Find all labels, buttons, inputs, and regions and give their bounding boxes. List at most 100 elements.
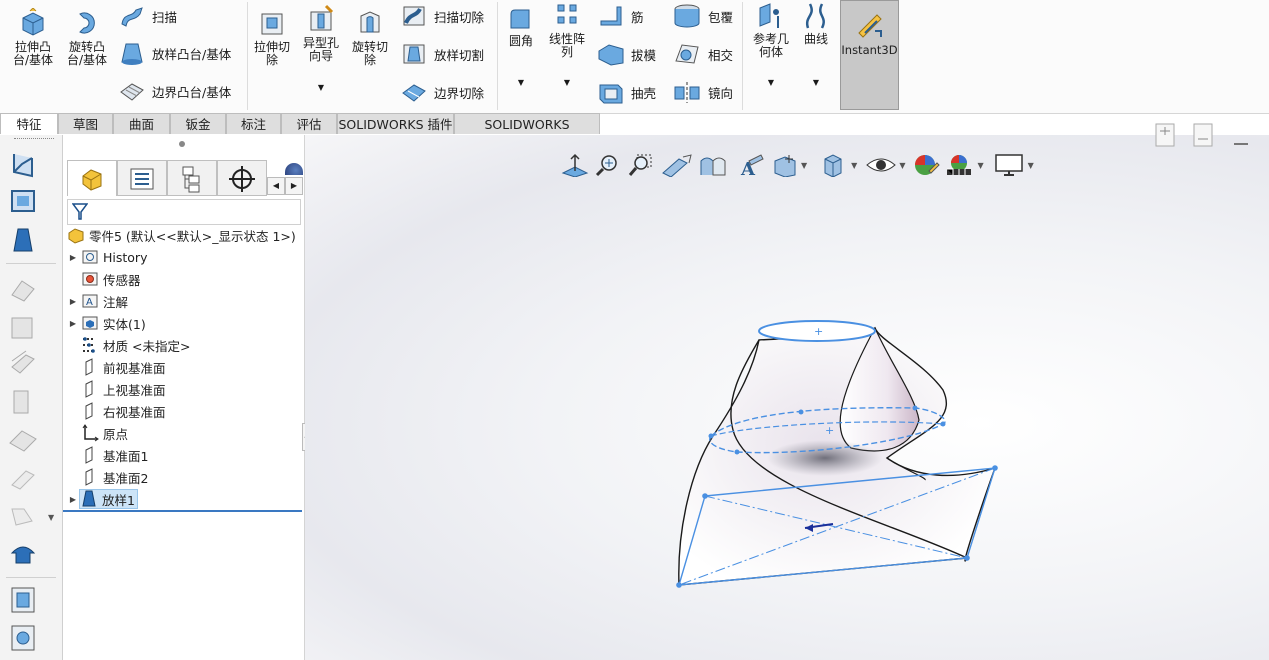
linear-pattern-button[interactable]: 线性阵 列 ▼ [544,2,590,89]
intersect-button[interactable]: 相交 [672,40,733,68]
tree-item-annotations[interactable]: ▶ A 注解 [63,291,128,311]
expand-arrow-icon[interactable]: ▶ [67,253,79,262]
expand-arrow-icon[interactable]: ▶ [67,495,79,504]
revolve-boss-button[interactable]: 旋转凸 台/基体 [62,8,112,67]
tree-item-plane1[interactable]: 基准面1 [63,445,148,465]
restore-panel-icon[interactable] [1155,123,1175,147]
tab-features[interactable]: 特征 [0,113,58,134]
chevron-down-icon[interactable]: ▼ [801,161,807,170]
dynamic-annotation-icon[interactable]: A [733,153,771,177]
extrude-cut-surface-icon[interactable] [6,585,40,615]
tree-item-origin[interactable]: 原点 [63,423,128,443]
tree-item-right-plane[interactable]: 右视基准面 [63,401,166,421]
graphics-area[interactable]: A ▼ ▼ ▼ ▼ ▼ + + [305,123,1269,660]
chevron-down-icon[interactable]: ▼ [977,161,983,170]
draft-button[interactable]: 拔模 [597,40,656,68]
tree-item-top-plane[interactable]: 上视基准面 [63,379,166,399]
minimize-panel-icon[interactable] [1193,123,1213,147]
loft-3d-model[interactable]: + + [665,310,1005,600]
surface-boundary-icon[interactable] [6,187,40,217]
tree-item-front-plane[interactable]: 前视基准面 [63,357,166,377]
tree-item-loft1[interactable]: ▶ 放样1 [63,489,138,509]
ruled-surface-icon[interactable] [6,387,40,417]
rib-button[interactable]: 筋 [597,2,644,30]
apply-scene-icon[interactable] [943,153,977,177]
sweep-cut-button[interactable]: 扫描切除 [400,2,484,30]
view-orientation-icon[interactable] [771,153,801,177]
display-manager-icon[interactable] [285,163,303,175]
normal-to-icon[interactable] [561,153,589,177]
loft-boss-button[interactable]: 放样凸台/基体 [118,40,231,66]
knit-surface-icon[interactable] [6,275,40,305]
revolve-cut-button[interactable]: 旋转切 除 [347,8,393,67]
panel-grip[interactable] [179,141,185,147]
tab-propertymanager[interactable] [117,160,167,196]
tab-solidworks-addins[interactable]: SOLIDWORKS 插件 [337,113,454,134]
tab-configurationmanager[interactable] [167,160,217,196]
edit-appearance-icon[interactable] [909,153,943,177]
wrap-button[interactable]: 包覆 [672,2,733,30]
section-view-icon[interactable] [695,153,733,177]
revolve-cut-surface-icon[interactable] [6,623,40,653]
boundary-boss-button[interactable]: 边界凸台/基体 [118,78,231,104]
extend-surface-icon[interactable] [6,463,40,493]
reference-geometry-button[interactable]: 参考几 何体 ▼ [748,2,794,89]
chevron-down-icon[interactable]: ▼ [544,76,590,89]
surface-extrude-icon[interactable] [6,150,40,180]
expand-arrow-icon[interactable]: ▶ [67,297,79,306]
chevron-down-icon[interactable]: ▼ [798,76,834,89]
view-settings-icon[interactable] [994,153,1024,177]
fillet-button[interactable]: 圆角 ▼ [502,6,540,89]
tree-item-material[interactable]: 材质 <未指定> [63,335,190,355]
planar-surface-icon[interactable] [6,313,40,343]
thicken-icon[interactable] [6,539,40,569]
chevron-down-icon[interactable]: ▼ [748,76,794,89]
zoom-to-area-icon[interactable] [623,153,657,177]
filter-box[interactable] [67,199,301,225]
sweep-button[interactable]: 扫描 [118,4,177,28]
close-panel-icon[interactable] [1234,143,1248,145]
previous-view-icon[interactable] [657,153,695,177]
fill-surface-icon[interactable] [6,425,40,455]
rollback-bar[interactable] [63,510,302,512]
chevron-down-icon[interactable]: ▼ [298,81,344,94]
scroll-right-button[interactable]: ▶ [285,177,303,195]
mirror-button[interactable]: 镜向 [672,78,733,106]
chevron-down-icon[interactable]: ▼ [1028,161,1034,170]
boundary-cut-button[interactable]: 边界切除 [400,78,484,106]
extrude-cut-button[interactable]: 拉伸切 除 [250,8,294,67]
trim-surface-icon[interactable] [6,501,40,531]
tab-markup[interactable]: 标注 [226,113,281,134]
tree-item-sensors[interactable]: 传感器 [63,269,141,289]
tab-evaluate[interactable]: 评估 [281,113,337,134]
offset-surface-icon[interactable] [6,349,40,379]
chevron-down-icon[interactable]: ▼ [899,161,905,170]
curves-button[interactable]: 曲线 ▼ [798,2,834,89]
tree-item-solid-bodies[interactable]: ▶ 实体(1) [63,313,146,333]
zoom-to-fit-icon[interactable] [589,153,623,177]
tab-sketch[interactable]: 草图 [58,113,113,134]
expand-arrow-icon[interactable]: ▶ [67,319,79,328]
extrude-boss-button[interactable]: 拉伸凸 台/基体 [10,8,56,67]
intersect-icon [675,44,699,64]
shell-button[interactable]: 抽壳 [597,78,656,106]
chevron-down-icon[interactable]: ▼ [502,76,540,89]
toolbar-grip[interactable] [14,138,54,143]
hole-wizard-button[interactable]: 异型孔 向导 ▼ [298,4,344,94]
tab-featuremanager[interactable] [67,160,117,196]
loft-cut-button[interactable]: 放样切割 [400,40,484,68]
tab-sheet-metal[interactable]: 钣金 [170,113,226,134]
hide-show-items-icon[interactable] [865,153,899,177]
tab-surfaces[interactable]: 曲面 [113,113,170,134]
tab-solidworks-inspection[interactable]: SOLIDWORKS Inspection [454,113,600,153]
chevron-down-icon[interactable]: ▼ [851,161,857,170]
tab-dimxpertmanager[interactable] [217,160,267,196]
instant3d-toggle[interactable]: Instant3D [840,0,899,110]
tree-root-part[interactable]: 零件5 (默认<<默认>_显示状态 1>) [65,225,296,245]
chevron-down-icon[interactable]: ▼ [48,513,54,522]
scroll-left-button[interactable]: ◀ [267,177,285,195]
display-style-icon[interactable] [817,153,851,177]
tree-item-history[interactable]: ▶ History [63,247,148,267]
tree-item-plane2[interactable]: 基准面2 [63,467,148,487]
loft-surface-icon[interactable] [6,227,40,257]
